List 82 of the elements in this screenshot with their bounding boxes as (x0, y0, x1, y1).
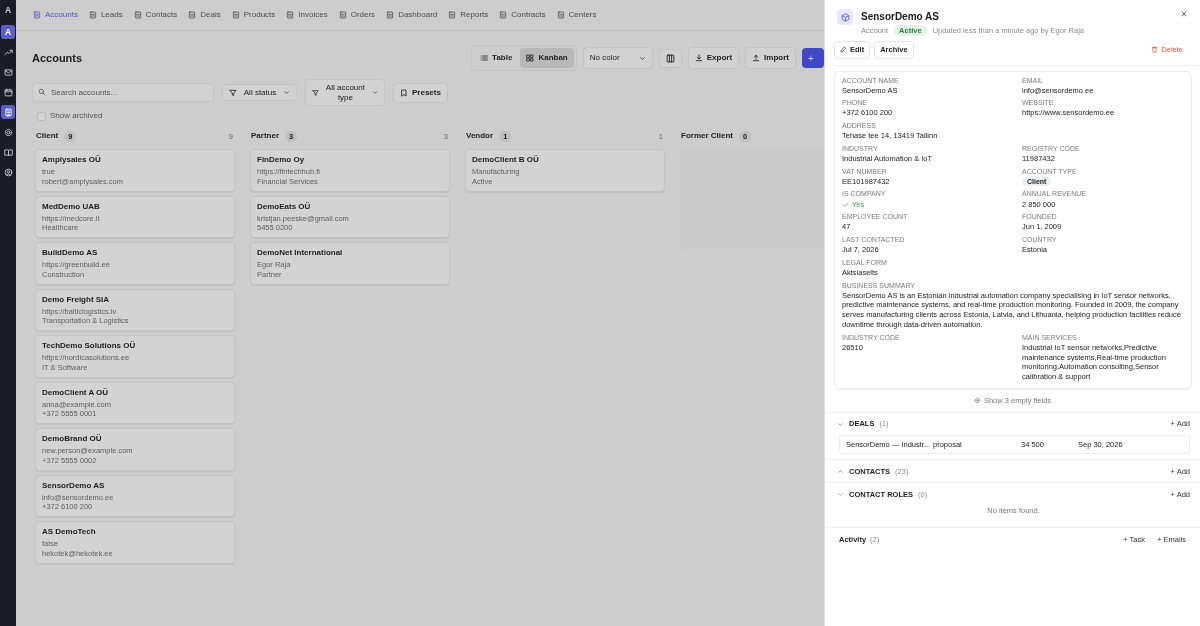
card-title: AS DemoTech (42, 526, 97, 539)
close-button[interactable] (1180, 9, 1188, 19)
chevron-down-icon (837, 420, 844, 428)
card-title: DemoBrand OÜ (42, 433, 103, 446)
card-title: DemoClient A OÜ (42, 386, 110, 399)
checkbox-label: Show archived (50, 110, 103, 123)
card-title: SensorDemo AS (42, 479, 106, 492)
nav-tab[interactable]: Contracts (494, 5, 551, 25)
nav-tab[interactable]: Centers (551, 5, 602, 25)
view-toggle[interactable]: Table (474, 48, 519, 68)
chevron-down-icon (283, 89, 290, 97)
download-icon (694, 54, 703, 62)
nav-tab[interactable]: Invoices (281, 5, 333, 25)
card-title: DemoNet International (257, 247, 344, 260)
card-title: FinDemo Oy (257, 154, 306, 167)
check-icon (842, 200, 849, 208)
column-title: Client (36, 130, 59, 143)
chevron-down-icon (371, 89, 378, 97)
cube-icon (837, 9, 853, 25)
page-icon (386, 11, 395, 19)
calendar-icon (3, 87, 13, 97)
card-title: MedDemo UAB (42, 200, 101, 213)
card-title: Amplysales OÜ (42, 154, 102, 167)
card-title: TechDemo Solutions OÜ (42, 340, 137, 353)
filter-dropdown[interactable]: All account type (305, 79, 385, 107)
user-icon (3, 167, 13, 177)
book-icon (3, 147, 13, 157)
avatar[interactable]: A (1, 25, 15, 39)
nav-tab[interactable]: Accounts (28, 5, 83, 25)
column-title: Vendor (466, 130, 494, 143)
color-select[interactable]: No color (582, 47, 653, 69)
column-title: Former Client (681, 130, 733, 143)
eye-icon (973, 396, 981, 404)
add-button[interactable]: + (802, 48, 824, 68)
filter-icon (312, 88, 320, 97)
chevron-up-icon (837, 467, 844, 475)
nav-tab[interactable]: Products (226, 5, 281, 25)
mail-icon (3, 67, 13, 77)
card-title: Demo Freight SIA (42, 293, 111, 306)
columns-button[interactable] (658, 48, 682, 68)
presets-button[interactable]: Presets (393, 82, 448, 103)
nav-tab[interactable]: Reports (443, 5, 494, 25)
chevron-down-icon (837, 490, 844, 498)
import-button[interactable]: Import (745, 47, 796, 69)
card-title: DemoEats OÜ (257, 200, 312, 213)
nav-tab[interactable]: Orders (333, 5, 381, 25)
nav-tab[interactable]: Dashboard (381, 5, 443, 25)
nav-tab[interactable]: Contacts (128, 5, 183, 25)
columns-icon (665, 53, 675, 63)
grid-icon (526, 54, 535, 62)
export-button[interactable]: Export (687, 47, 740, 69)
page-icon (286, 11, 295, 19)
page-icon (448, 11, 457, 19)
filter-dropdown[interactable]: All status (222, 83, 297, 102)
page-icon (556, 11, 565, 19)
page-icon (33, 11, 41, 19)
upload-icon (752, 54, 761, 62)
close-icon (1180, 10, 1188, 19)
card-title: BuildDemo AS (42, 247, 99, 260)
app-logo[interactable]: A (1, 3, 15, 17)
view-toggle[interactable]: Kanban (520, 48, 574, 68)
pencil-icon (840, 46, 847, 54)
page-icon (133, 11, 142, 19)
page-icon (188, 11, 197, 19)
panel-title: SensorDemo AS (861, 10, 940, 24)
page-icon (338, 11, 347, 19)
search-icon (38, 88, 46, 97)
bookmark-icon (400, 88, 408, 97)
page-icon (88, 11, 97, 19)
page-title: Accounts (32, 50, 83, 66)
trend-icon (3, 47, 13, 57)
page-icon (231, 11, 240, 19)
list-icon (480, 54, 489, 62)
page-icon (499, 11, 508, 19)
sidebar-item[interactable] (1, 165, 15, 179)
card-title: DemoClient B OÜ (472, 154, 540, 167)
nav-tab[interactable]: Leads (83, 5, 128, 25)
nav-tab[interactable]: Deals (183, 5, 226, 25)
filter-icon (229, 88, 237, 97)
column-title: Partner (251, 130, 279, 143)
search-field[interactable]: Search accounts... (32, 83, 214, 103)
chevron-down-icon (638, 54, 646, 62)
